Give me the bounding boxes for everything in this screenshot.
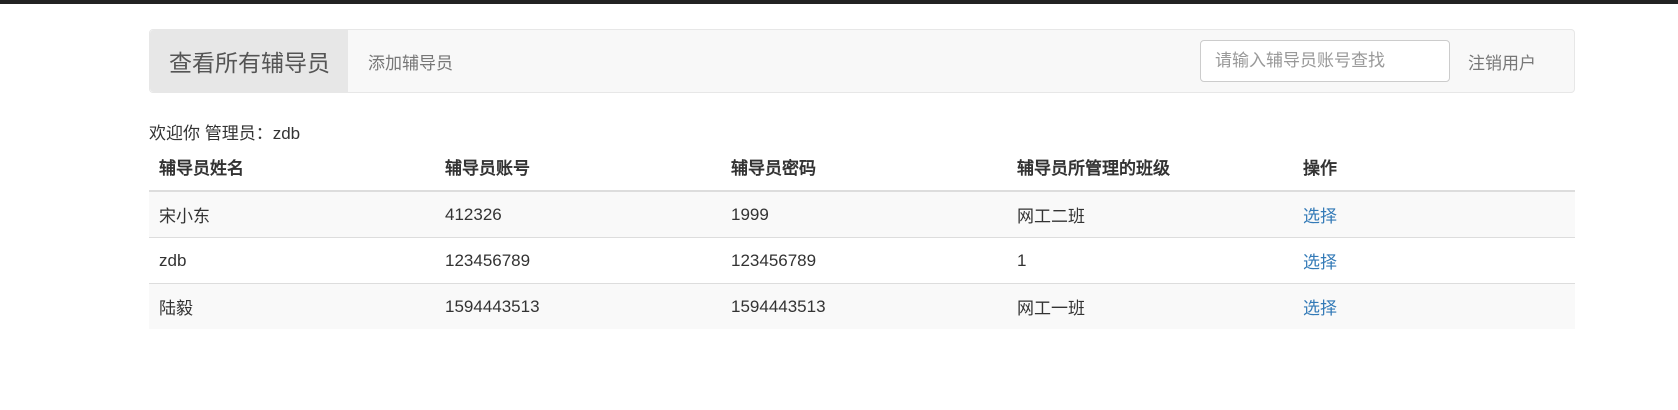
- header-action: 操作: [1293, 142, 1575, 192]
- cell-action: 选择: [1293, 237, 1575, 284]
- header-class: 辅导员所管理的班级: [1007, 142, 1293, 192]
- cell-account: 412326: [435, 190, 721, 238]
- select-link[interactable]: 选择: [1303, 207, 1337, 226]
- welcome-text: 欢迎你 管理员：zdb: [149, 124, 301, 143]
- cell-class: 网工一班: [1007, 283, 1293, 329]
- cell-name: zdb: [149, 237, 435, 284]
- cell-account: 1594443513: [435, 283, 721, 329]
- cell-name: 陆毅: [149, 283, 435, 329]
- counselor-search-input[interactable]: [1200, 40, 1450, 82]
- table-row: 陆毅 1594443513 1594443513 网工一班 选择: [149, 283, 1575, 329]
- nav-brand-view-all-counselors[interactable]: 查看所有辅导员: [150, 30, 348, 92]
- navbar: 查看所有辅导员 添加辅导员 注销用户: [149, 29, 1575, 93]
- cell-class: 1: [1007, 237, 1293, 284]
- navbar-right: 注销用户: [1200, 30, 1574, 92]
- table-row: 宋小东 412326 1999 网工二班 选择: [149, 190, 1575, 238]
- cell-class: 网工二班: [1007, 190, 1293, 238]
- table-row: zdb 123456789 123456789 1 选择: [149, 237, 1575, 284]
- cell-account: 123456789: [435, 237, 721, 284]
- cell-password: 1594443513: [721, 283, 1007, 329]
- top-border: [0, 0, 1678, 4]
- cell-password: 1999: [721, 190, 1007, 238]
- header-name: 辅导员姓名: [149, 142, 435, 192]
- header-password: 辅导员密码: [721, 142, 1007, 192]
- select-link[interactable]: 选择: [1303, 253, 1337, 272]
- main-container: 查看所有辅导员 添加辅导员 注销用户 欢迎你 管理员：zdb 辅导员姓名 辅导员…: [149, 29, 1575, 329]
- cell-action: 选择: [1293, 190, 1575, 238]
- header-account: 辅导员账号: [435, 142, 721, 192]
- table-header-row: 辅导员姓名 辅导员账号 辅导员密码 辅导员所管理的班级 操作: [149, 142, 1575, 192]
- cell-action: 选择: [1293, 283, 1575, 329]
- logout-link[interactable]: 注销用户: [1456, 49, 1574, 74]
- cell-password: 123456789: [721, 237, 1007, 284]
- counselor-table: 辅导员姓名 辅导员账号 辅导员密码 辅导员所管理的班级 操作 宋小东 41232…: [149, 142, 1575, 329]
- select-link[interactable]: 选择: [1303, 299, 1337, 318]
- cell-name: 宋小东: [149, 190, 435, 238]
- add-counselor-link[interactable]: 添加辅导员: [348, 49, 473, 74]
